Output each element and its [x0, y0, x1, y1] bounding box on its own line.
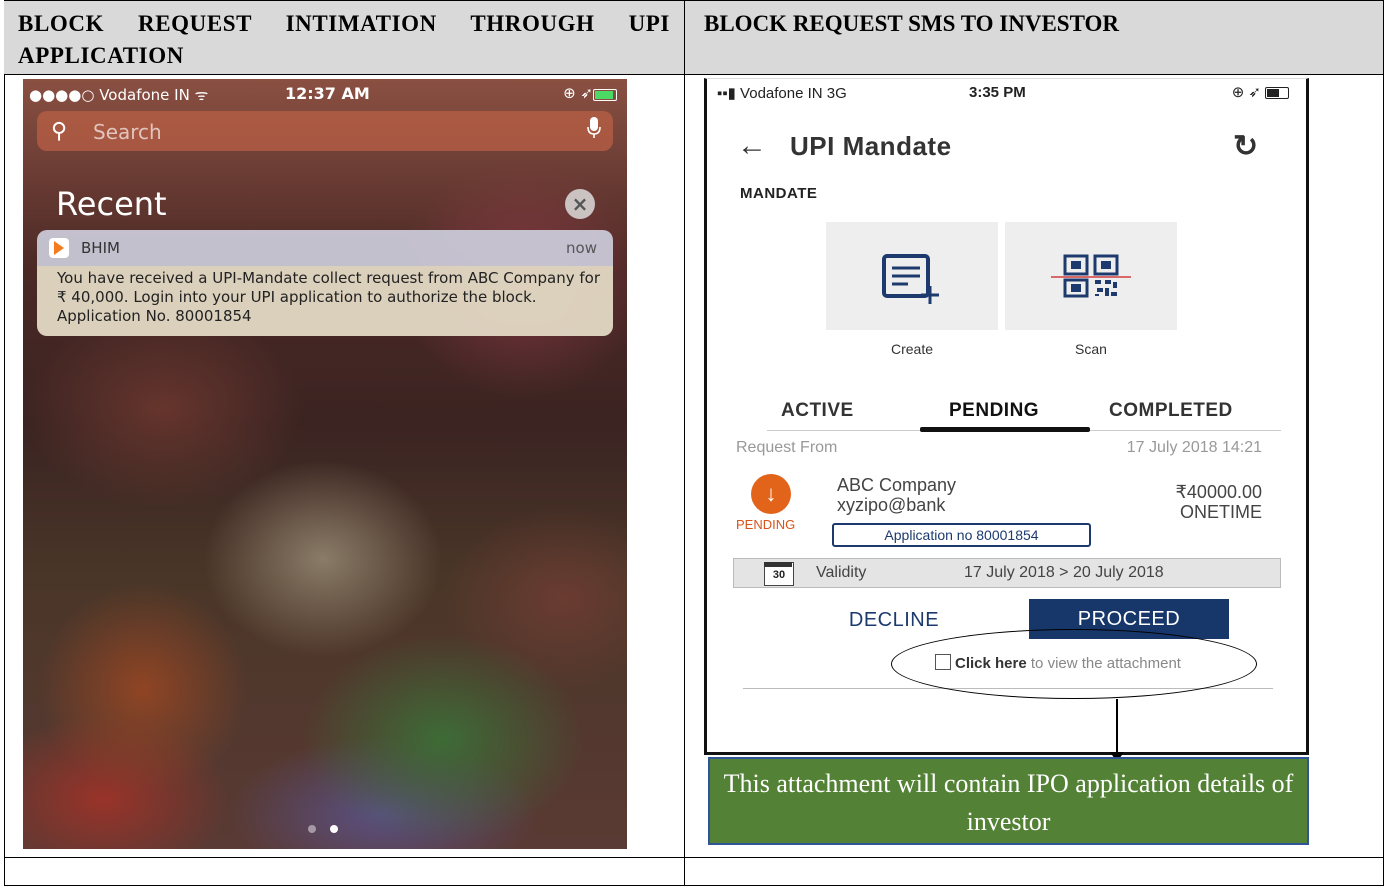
tab-completed[interactable]: COMPLETED — [1109, 400, 1233, 422]
page-dot-active — [330, 825, 338, 833]
page-indicator — [308, 825, 348, 835]
search-placeholder: Search — [93, 120, 162, 144]
tab-pending[interactable]: PENDING — [949, 400, 1039, 422]
notification-time: now — [566, 239, 597, 257]
row-divider-bottom — [4, 857, 1384, 858]
create-tile-label: Create — [890, 341, 934, 357]
row-divider-header — [4, 74, 1384, 75]
payee-vpa: xyzipo@bank — [837, 495, 946, 515]
page-title: UPI Mandate — [790, 131, 952, 161]
attachment-highlight-ellipse — [891, 629, 1257, 699]
request-datetime: 17 July 2018 14:21 — [1126, 439, 1262, 456]
clock: 3:35 PM — [969, 84, 1026, 101]
status-icons: ⊕ ➶ — [1231, 84, 1261, 101]
callout-box: This attachment will contain IPO applica… — [708, 757, 1309, 845]
selected-tab-indicator — [920, 427, 1090, 432]
carrier-label: ▪▪▮ Vodafone IN 3G — [717, 85, 847, 102]
status-bar: ▪▪▮ Vodafone IN 3G 3:35 PM ⊕ ➶ — [707, 83, 1307, 105]
validity-range: 17 July 2018 > 20 July 2018 — [964, 564, 1164, 581]
column-divider — [684, 0, 685, 886]
payee-name[interactable]: ABC Company — [837, 475, 956, 496]
pending-down-arrow-icon: ↓ — [751, 474, 791, 514]
qr-scan-icon — [1051, 254, 1131, 298]
notification-app-name: BHIM — [81, 239, 120, 257]
bhim-notification[interactable]: BHIM now You have received a UPI-Mandate… — [37, 230, 613, 336]
mandate-amount: ₹40000.00 — [1175, 482, 1262, 502]
recent-heading: Recent — [56, 185, 167, 223]
close-icon[interactable]: × — [565, 189, 595, 219]
clock: 12:37 AM — [285, 84, 370, 103]
section-label: MANDATE — [740, 185, 818, 202]
notification-screenshot: ●●●●○ Vodafone IN ᯤ 12:37 AM ⊕ ➶ ⚲ Searc… — [23, 79, 627, 849]
header-title-left: BLOCK REQUEST INTIMATION THROUGH UPI APP… — [18, 11, 670, 68]
bhim-logo-icon — [49, 238, 69, 258]
status-icons: ⊕ ➶ — [563, 84, 593, 102]
validity-label: Validity — [816, 564, 867, 581]
create-mandate-tile[interactable] — [826, 222, 998, 330]
status-badge: PENDING — [736, 517, 796, 532]
validity-bar: 30 Validity 17 July 2018 > 20 July 2018 — [733, 558, 1281, 588]
mic-icon[interactable] — [587, 117, 601, 139]
scan-tile[interactable] — [1005, 222, 1177, 330]
page-dot — [308, 825, 316, 833]
search-icon: ⚲ — [51, 119, 68, 144]
request-from-label: Request From — [736, 439, 838, 456]
refresh-icon[interactable]: ↻ — [1233, 129, 1258, 164]
notification-message: You have received a UPI-Mandate collect … — [57, 269, 600, 325]
application-number: Application no 80001854 — [832, 523, 1091, 547]
calendar-icon: 30 — [764, 562, 794, 586]
status-bar: ●●●●○ Vodafone IN ᯤ 12:37 AM ⊕ ➶ — [23, 83, 627, 105]
battery-icon — [593, 89, 617, 101]
back-arrow-icon[interactable]: ← — [737, 129, 767, 163]
decline-button[interactable]: DECLINE — [829, 604, 959, 636]
scan-tile-label: Scan — [1075, 341, 1107, 357]
mandate-frequency: ONETIME — [1179, 502, 1262, 522]
battery-icon — [1265, 87, 1289, 99]
create-mandate-icon — [882, 254, 939, 304]
search-bar[interactable]: ⚲ Search — [37, 111, 613, 151]
notification-body: You have received a UPI-Mandate collect … — [37, 266, 613, 336]
tab-active[interactable]: ACTIVE — [781, 400, 854, 422]
callout-arrow — [1116, 699, 1118, 757]
carrier-label: ●●●●○ Vodafone IN ᯤ — [29, 86, 209, 104]
header-title-right: BLOCK REQUEST SMS TO INVESTOR — [704, 11, 1119, 36]
notification-header: BHIM now — [37, 230, 613, 266]
